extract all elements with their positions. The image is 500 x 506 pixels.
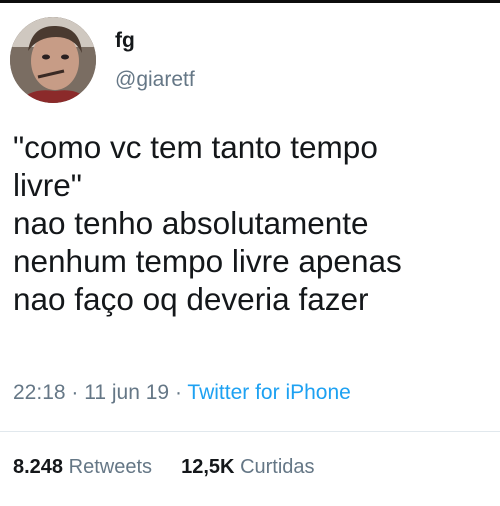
divider (0, 431, 500, 432)
likes-label: Curtidas (240, 456, 315, 478)
retweets-label: Retweets (68, 456, 152, 478)
display-name[interactable]: fg (115, 29, 195, 53)
tweet-text-line: nao tenho absolutamente (13, 205, 369, 241)
retweets-count: 8.248 (13, 456, 64, 478)
tweet-source-link[interactable]: Twitter for iPhone (187, 381, 350, 404)
user-handle[interactable]: @giaretf (115, 67, 195, 93)
likes-count: 12,5K (181, 456, 235, 478)
tweet-stats: 8.248 Retweets 12,5K Curtidas (13, 455, 315, 479)
tweet-text-line: nenhum tempo livre apenas (13, 243, 402, 279)
meta-separator: · (71, 381, 79, 404)
tweet-card: fg @giaretf "como vc tem tanto tempo liv… (0, 3, 500, 506)
likes-stat[interactable]: 12,5K Curtidas (181, 456, 314, 478)
tweet-meta: 22:18 · 11 jun 19 · Twitter for iPhone (13, 380, 351, 406)
retweets-stat[interactable]: 8.248 Retweets (13, 456, 158, 478)
meta-separator: · (174, 381, 182, 404)
tweet-date[interactable]: 11 jun 19 (84, 381, 169, 404)
tweet-text-line: livre" (13, 167, 82, 203)
tweet-time[interactable]: 22:18 (13, 381, 66, 404)
avatar[interactable] (10, 17, 96, 103)
tweet-text-line: nao faço oq deveria fazer (13, 281, 369, 317)
avatar-photo (10, 17, 96, 103)
tweet-text-line: "como vc tem tanto tempo (13, 129, 378, 165)
tweet-text: "como vc tem tanto tempo livre" nao tenh… (13, 128, 493, 318)
user-info: fg @giaretf (115, 29, 195, 93)
